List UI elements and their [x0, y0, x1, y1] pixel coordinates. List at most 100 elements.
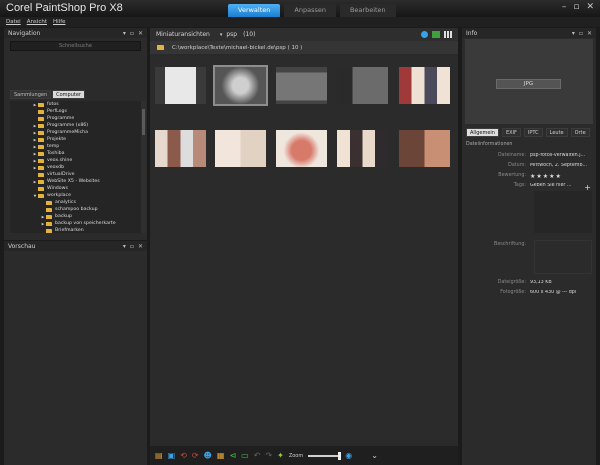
tab-allgemein[interactable]: Allgemein: [466, 128, 499, 137]
rotate-right-icon[interactable]: ⟳: [192, 451, 199, 461]
panel-close-icon[interactable]: ✕: [138, 243, 143, 250]
tree-item-label: analytics: [55, 200, 76, 205]
folder-icon: [38, 123, 44, 128]
thumbnail[interactable]: [153, 65, 208, 106]
quick-search-input[interactable]: Schnellsuche: [10, 41, 141, 51]
tree-item-label: veox.shine: [47, 158, 73, 163]
tree-item[interactable]: ▶ veox.shine: [10, 157, 146, 164]
tree-item-label: ProgrammeMicha: [47, 130, 88, 135]
caption-textarea[interactable]: [534, 240, 592, 274]
redo-icon[interactable]: ↷: [265, 451, 272, 461]
tree-item[interactable]: ▶ Programme (x86): [10, 122, 146, 129]
tree-item[interactable]: ▶ Projekte: [10, 136, 146, 143]
restore-icon[interactable]: ▫: [573, 2, 579, 12]
menu-datei[interactable]: Datei: [6, 17, 21, 27]
tags-area[interactable]: [534, 191, 592, 233]
folder-icon: [46, 214, 52, 219]
tree-item[interactable]: ▶ Toshiba: [10, 150, 146, 157]
tab-verwalten[interactable]: Verwalten: [228, 4, 281, 17]
folder-icon: [38, 193, 44, 198]
tree-item[interactable]: Programme: [10, 115, 146, 122]
tree-item[interactable]: ▶ temp: [10, 143, 146, 150]
zoom-slider-knob[interactable]: [338, 451, 342, 460]
tree-item[interactable]: PerfLogs: [10, 108, 146, 115]
panel-close-icon[interactable]: ✕: [138, 30, 143, 37]
tab-exif[interactable]: EXIF: [501, 128, 521, 137]
close-icon[interactable]: ✕: [586, 2, 594, 12]
panel-close-icon[interactable]: ✕: [587, 30, 592, 37]
tab-computer[interactable]: Computer: [52, 90, 85, 99]
info-icon[interactable]: ▣: [168, 451, 176, 461]
tree-item[interactable]: ▶ ProgrammeMicha: [10, 129, 146, 136]
tree-item-label: veoxdb: [47, 165, 65, 170]
chevron-down-icon[interactable]: ▾: [220, 32, 223, 38]
folder-tree: ▶ fotos PerfLogs Programme ▶ Programme (x86) ▶…: [10, 101, 146, 233]
tab-sammlungen[interactable]: Sammlungen: [10, 90, 52, 99]
pin-icon[interactable]: ▫: [130, 243, 134, 250]
tree-item[interactable]: ▼ workplace: [10, 192, 146, 199]
tree-item-label: Programme: [47, 116, 75, 121]
tree-item[interactable]: Windows: [10, 185, 146, 192]
layout-icon[interactable]: ▤: [155, 451, 163, 461]
pin-icon[interactable]: ▫: [130, 30, 134, 37]
details-view-icon[interactable]: [432, 31, 440, 38]
menu-ansicht[interactable]: Ansicht: [27, 17, 47, 27]
undo-icon[interactable]: ↶: [254, 451, 261, 461]
magic-wand-icon[interactable]: ✦: [277, 451, 284, 461]
thumbnail[interactable]: [397, 65, 452, 106]
tree-item-label: PerfLogs: [47, 109, 67, 114]
folder-icon: [46, 228, 52, 233]
thumbnail[interactable]: [397, 128, 452, 169]
pin-icon[interactable]: ▫: [579, 30, 583, 37]
panel-minimize-icon[interactable]: ▾: [123, 30, 126, 37]
panel-minimize-icon[interactable]: ▾: [572, 30, 575, 37]
thumbnail[interactable]: [213, 65, 268, 106]
tree-item[interactable]: ▶ backup von speicherkarte: [10, 220, 146, 227]
info-controls: ▾ ▫ ✕: [572, 30, 592, 37]
share-icon[interactable]: ⊲: [229, 451, 236, 461]
map-icon[interactable]: ▦: [217, 451, 225, 461]
tree-item-label: Windows: [47, 186, 68, 191]
zoom-fit-icon[interactable]: ◉: [345, 451, 352, 461]
panel-controls: ▾ ▫ ✕: [123, 30, 143, 37]
tree-item[interactable]: ▶ backup: [10, 213, 146, 220]
thumbnail[interactable]: [335, 128, 390, 169]
menu-hilfe[interactable]: Hilfe: [53, 17, 66, 27]
export-icon[interactable]: ▭: [241, 451, 249, 461]
rotate-left-icon[interactable]: ⟲: [180, 451, 187, 461]
tab-iptc[interactable]: IPTC: [523, 128, 543, 137]
tree-item-label: WebSite X5 - Websites: [47, 179, 100, 184]
tags-input[interactable]: Geben Sie hier ...: [530, 183, 571, 190]
minimize-icon[interactable]: –: [562, 2, 567, 12]
thumbnail[interactable]: [213, 128, 268, 169]
person-icon[interactable]: ☻: [204, 451, 212, 461]
folder-icon: [38, 179, 44, 184]
info-panel: Info ▾ ▫ ✕ JPG Allgemein EXIF IPTC Leute…: [462, 28, 596, 465]
tree-item[interactable]: ▶ veoxdb: [10, 164, 146, 171]
chevron-down-icon[interactable]: ⌄: [371, 451, 378, 461]
grid-view-icon[interactable]: [444, 31, 452, 38]
tab-orte[interactable]: Orte: [570, 128, 590, 137]
folder-icon: [38, 102, 44, 107]
thumbnail[interactable]: [153, 128, 208, 169]
tree-item[interactable]: analytics: [10, 199, 146, 206]
thumbnail[interactable]: [335, 65, 390, 106]
tree-item[interactable]: Briefmarken: [10, 227, 146, 233]
tab-leute[interactable]: Leute: [545, 128, 568, 137]
thumbnail[interactable]: [274, 128, 329, 169]
tree-item[interactable]: virtualDrive: [10, 171, 146, 178]
thumbnail[interactable]: [274, 65, 329, 106]
refresh-icon[interactable]: [421, 31, 428, 38]
panel-minimize-icon[interactable]: ▾: [123, 243, 126, 250]
tree-item[interactable]: ▶ fotos: [10, 101, 146, 108]
tab-bearbeiten[interactable]: Bearbeiten: [339, 4, 396, 17]
tree-item[interactable]: ▶ WebSite X5 - Websites: [10, 178, 146, 185]
tree-item[interactable]: schampoo backup: [10, 206, 146, 213]
info-preview: JPG: [465, 39, 593, 124]
zoom-slider[interactable]: [308, 451, 342, 460]
tab-anpassen[interactable]: Anpassen: [284, 4, 336, 17]
folder-icon: [38, 158, 44, 163]
menu-bar: Datei Ansicht Hilfe: [0, 17, 600, 27]
folder-icon: [46, 221, 52, 226]
rating-stars[interactable]: ★★★★★: [530, 173, 562, 180]
